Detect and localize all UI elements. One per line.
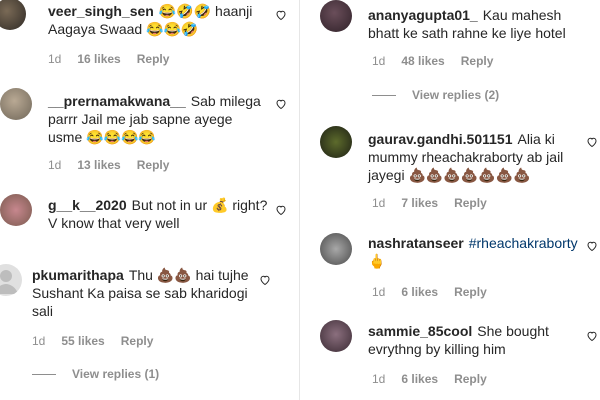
comment-meta: 1d 6 likes Reply bbox=[372, 285, 487, 299]
comment-meta: 1d 6 likes Reply bbox=[372, 372, 487, 386]
heart-icon[interactable] bbox=[586, 330, 598, 342]
view-replies-label: View replies (2) bbox=[412, 88, 500, 102]
comment-meta: 1d 16 likes Reply bbox=[48, 52, 169, 66]
comments-column-right: ananyagupta01_ Kau mahesh bhatt ke sath r… bbox=[300, 0, 600, 400]
comment-time: 1d bbox=[372, 285, 386, 299]
avatar[interactable] bbox=[0, 88, 32, 120]
reply-button[interactable]: Reply bbox=[454, 372, 487, 386]
reply-button[interactable]: Reply bbox=[137, 52, 170, 66]
likes-count[interactable]: 16 likes bbox=[77, 52, 120, 66]
comment-time: 1d bbox=[372, 196, 386, 210]
reply-button[interactable]: Reply bbox=[121, 334, 154, 348]
avatar[interactable] bbox=[320, 126, 352, 158]
comment-username[interactable]: sammie_85cool bbox=[368, 323, 472, 339]
avatar[interactable] bbox=[320, 233, 352, 265]
likes-count[interactable]: 48 likes bbox=[401, 54, 444, 68]
avatar[interactable] bbox=[0, 194, 32, 226]
reply-button[interactable]: Reply bbox=[454, 285, 487, 299]
comment-meta: 1d 13 likes Reply bbox=[48, 158, 169, 172]
heart-icon[interactable] bbox=[275, 98, 287, 110]
comments-column-left: veer_singh_sen 😂🤣🤣 haanji Aagaya Swaad 😂😂… bbox=[0, 0, 300, 400]
likes-count[interactable]: 7 likes bbox=[401, 196, 438, 210]
comment-username[interactable]: gaurav.gandhi.501151 bbox=[368, 131, 512, 147]
heart-icon[interactable] bbox=[275, 204, 287, 216]
likes-count[interactable]: 13 likes bbox=[77, 158, 120, 172]
comment-username[interactable]: ananyagupta01_ bbox=[368, 7, 478, 23]
comment-meta: 1d 48 likes Reply bbox=[372, 54, 493, 68]
heart-icon[interactable] bbox=[275, 9, 287, 21]
comment-time: 1d bbox=[48, 52, 62, 66]
comment-time: 1d bbox=[32, 334, 46, 348]
comment-username[interactable]: g__k__2020 bbox=[48, 197, 127, 213]
heart-icon[interactable] bbox=[259, 274, 271, 286]
likes-count[interactable]: 6 likes bbox=[401, 372, 438, 386]
avatar[interactable] bbox=[320, 320, 352, 352]
comment-meta: 1d 7 likes Reply bbox=[372, 196, 487, 210]
comment-username[interactable]: nashratanseer bbox=[368, 235, 464, 251]
heart-icon[interactable] bbox=[586, 136, 598, 148]
likes-count[interactable]: 55 likes bbox=[61, 334, 104, 348]
comment-meta: 1d 55 likes Reply bbox=[32, 334, 153, 348]
view-replies-label: View replies (1) bbox=[72, 367, 160, 381]
hashtag-link[interactable]: #rheachakraborty bbox=[469, 235, 578, 251]
comment-username[interactable]: pkumarithapa bbox=[32, 267, 124, 283]
comment-time: 1d bbox=[48, 158, 62, 172]
comment-username[interactable]: veer_singh_sen bbox=[48, 3, 154, 19]
default-avatar-icon bbox=[0, 270, 18, 294]
view-replies-button[interactable]: View replies (2) bbox=[372, 88, 499, 102]
comment-time: 1d bbox=[372, 372, 386, 386]
avatar[interactable] bbox=[0, 0, 26, 30]
divider-line bbox=[372, 94, 396, 96]
heart-icon[interactable] bbox=[586, 240, 598, 252]
divider-line bbox=[32, 373, 56, 375]
likes-count[interactable]: 6 likes bbox=[401, 285, 438, 299]
reply-button[interactable]: Reply bbox=[137, 158, 170, 172]
reply-button[interactable]: Reply bbox=[454, 196, 487, 210]
comment-time: 1d bbox=[372, 54, 386, 68]
comment-text: 🖕 bbox=[368, 253, 386, 269]
view-replies-button[interactable]: View replies (1) bbox=[32, 367, 159, 381]
avatar[interactable] bbox=[320, 0, 352, 32]
comment-username[interactable]: __prernamakwana__ bbox=[48, 93, 186, 109]
reply-button[interactable]: Reply bbox=[461, 54, 494, 68]
avatar[interactable] bbox=[0, 264, 22, 296]
